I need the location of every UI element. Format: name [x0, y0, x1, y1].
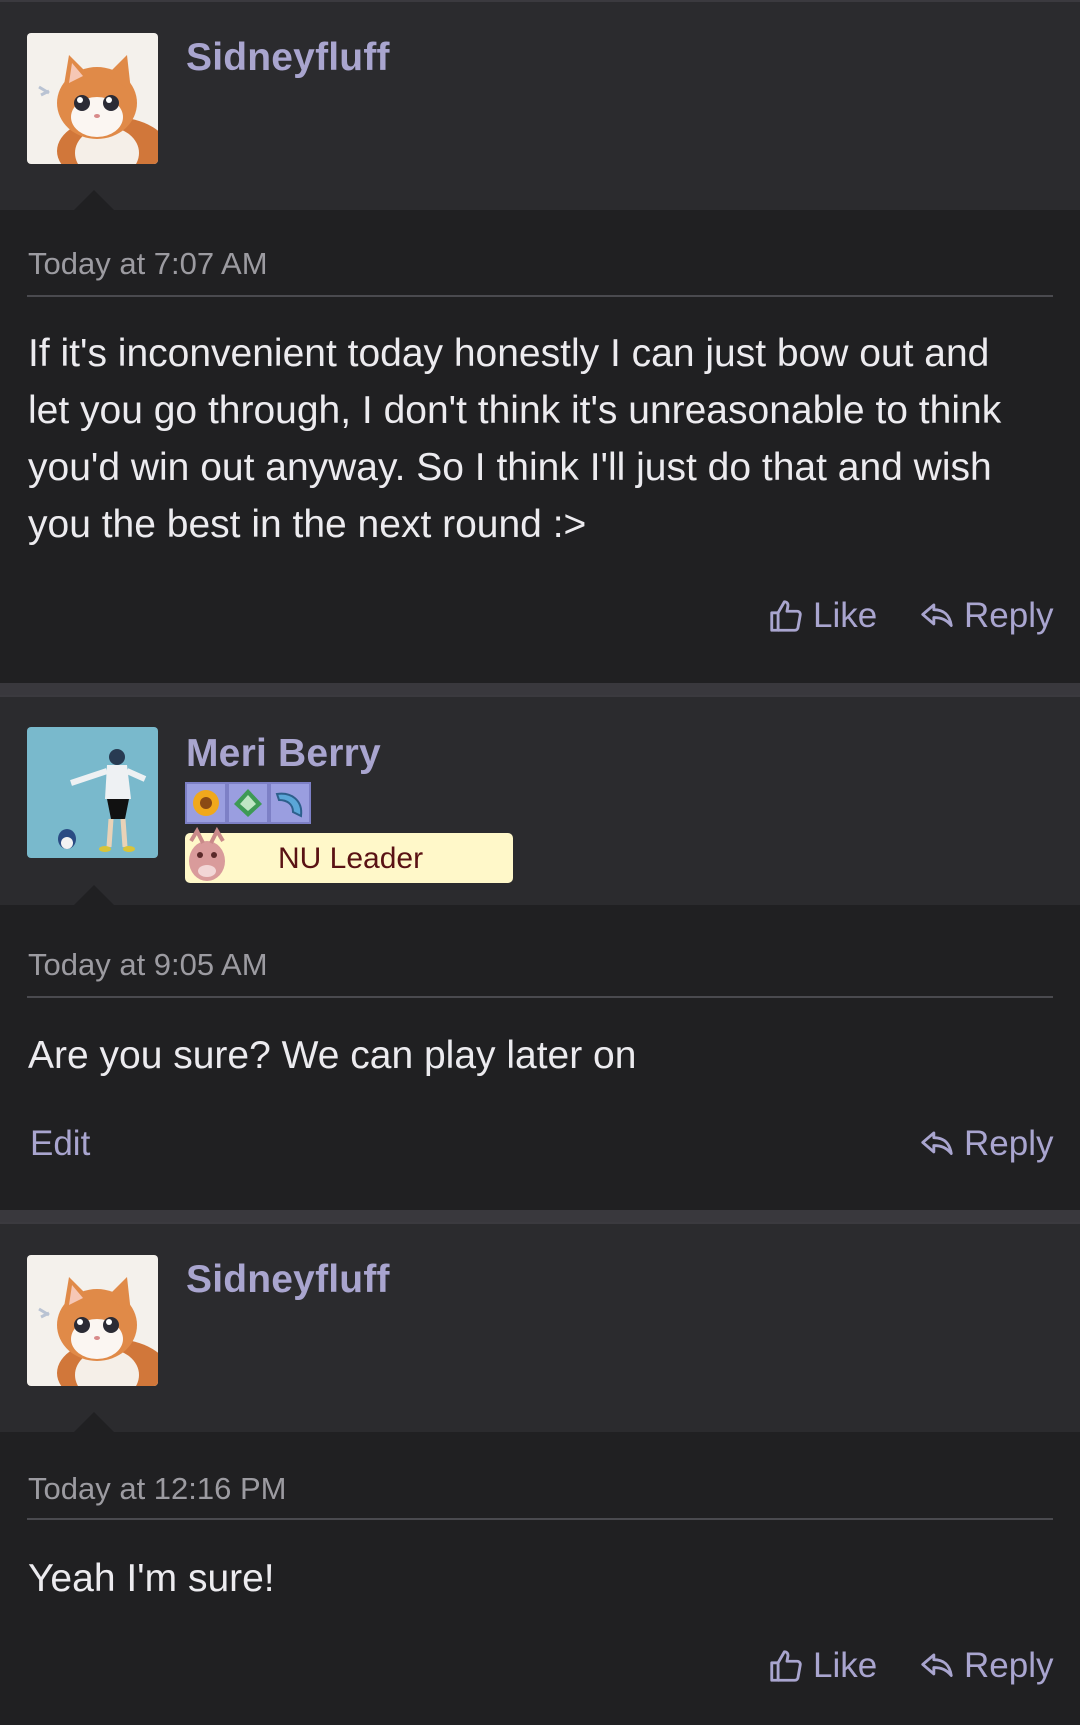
leaf-badge-icon	[227, 782, 269, 824]
timestamp[interactable]: Today at 7:07 AM	[28, 246, 268, 282]
thumbs-up-icon	[770, 1650, 802, 1682]
avatar[interactable]	[27, 727, 158, 858]
username[interactable]: Meri Berry	[186, 732, 381, 776]
reply-label: Reply	[964, 1124, 1054, 1163]
edit-label: Edit	[30, 1124, 91, 1163]
post-header: Meri Berry	[0, 697, 1080, 905]
body-line: Are you sure? We can play later on	[28, 1034, 637, 1077]
like-button[interactable]: Like	[767, 1646, 877, 1686]
reply-icon	[921, 1131, 953, 1155]
thumbs-up-icon	[770, 600, 802, 632]
username[interactable]: Sidneyfluff	[186, 1258, 390, 1302]
post-body: Are you sure? We can play later on	[28, 1027, 1058, 1084]
sunflower-badge-icon	[185, 782, 227, 824]
reply-button[interactable]: Reply	[918, 596, 1053, 636]
post-body: Yeah I'm sure!	[28, 1550, 1058, 1607]
timestamp[interactable]: Today at 12:16 PM	[28, 1471, 287, 1507]
post-body: If it's inconvenient today honestly I ca…	[28, 325, 1058, 553]
wave-badge-icon	[269, 782, 311, 824]
rank-label: NU Leader	[278, 842, 424, 875]
body-line: If it's inconvenient today honestly I ca…	[28, 332, 990, 375]
like-button[interactable]: Like	[767, 596, 877, 636]
body-line: you the best in the next round :>	[28, 503, 587, 546]
post-2: Meri Berry Today at 9:05 AM Are you sure…	[0, 695, 1080, 1210]
body-line: let you go through, I don't think it's u…	[28, 389, 1002, 432]
timestamp[interactable]: Today at 9:05 AM	[28, 947, 268, 983]
reply-button[interactable]: Reply	[918, 1646, 1053, 1686]
like-label: Like	[813, 596, 878, 635]
avatar[interactable]	[27, 1255, 158, 1386]
rank-banner: NU Leader	[185, 827, 513, 883]
user-badges	[185, 782, 311, 824]
edit-button[interactable]: Edit	[30, 1124, 90, 1164]
body-line: you'd win out anyway. So I think I'll ju…	[28, 446, 992, 489]
post-header: Sidneyfluff	[0, 1224, 1080, 1432]
post-header: Sidneyfluff	[0, 2, 1080, 210]
username[interactable]: Sidneyfluff	[186, 36, 390, 80]
header-pointer	[74, 190, 114, 210]
like-label: Like	[813, 1646, 878, 1685]
pokemon-sprite-icon	[189, 827, 225, 881]
post-3: Sidneyfluff Today at 12:16 PM Yeah I'm s…	[0, 1222, 1080, 1725]
header-pointer	[74, 885, 114, 905]
reply-icon	[921, 1653, 953, 1677]
divider	[27, 996, 1053, 998]
post-1: Sidneyfluff Today at 7:07 AM If it's inc…	[0, 0, 1080, 683]
reply-label: Reply	[964, 596, 1054, 635]
divider	[27, 1518, 1053, 1520]
reply-label: Reply	[964, 1646, 1054, 1685]
divider	[27, 295, 1053, 297]
reply-icon	[921, 603, 953, 627]
header-pointer	[74, 1412, 114, 1432]
body-line: Yeah I'm sure!	[28, 1557, 275, 1600]
avatar[interactable]	[27, 33, 158, 164]
reply-button[interactable]: Reply	[918, 1124, 1053, 1164]
